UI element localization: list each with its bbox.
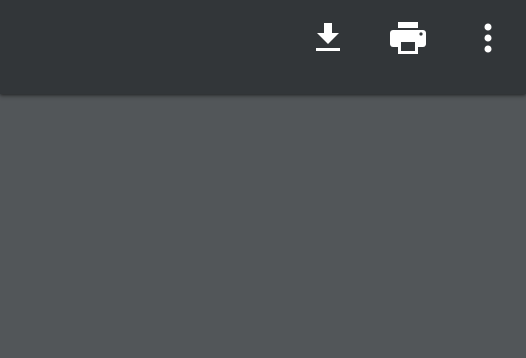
download-icon xyxy=(316,23,340,51)
more-options-button[interactable] xyxy=(468,18,508,58)
download-button[interactable] xyxy=(308,18,348,58)
document-viewer-area[interactable] xyxy=(0,94,526,358)
more-vert-icon xyxy=(484,23,492,53)
print-icon xyxy=(390,22,426,54)
print-button[interactable] xyxy=(388,18,428,58)
pdf-toolbar xyxy=(0,0,526,94)
